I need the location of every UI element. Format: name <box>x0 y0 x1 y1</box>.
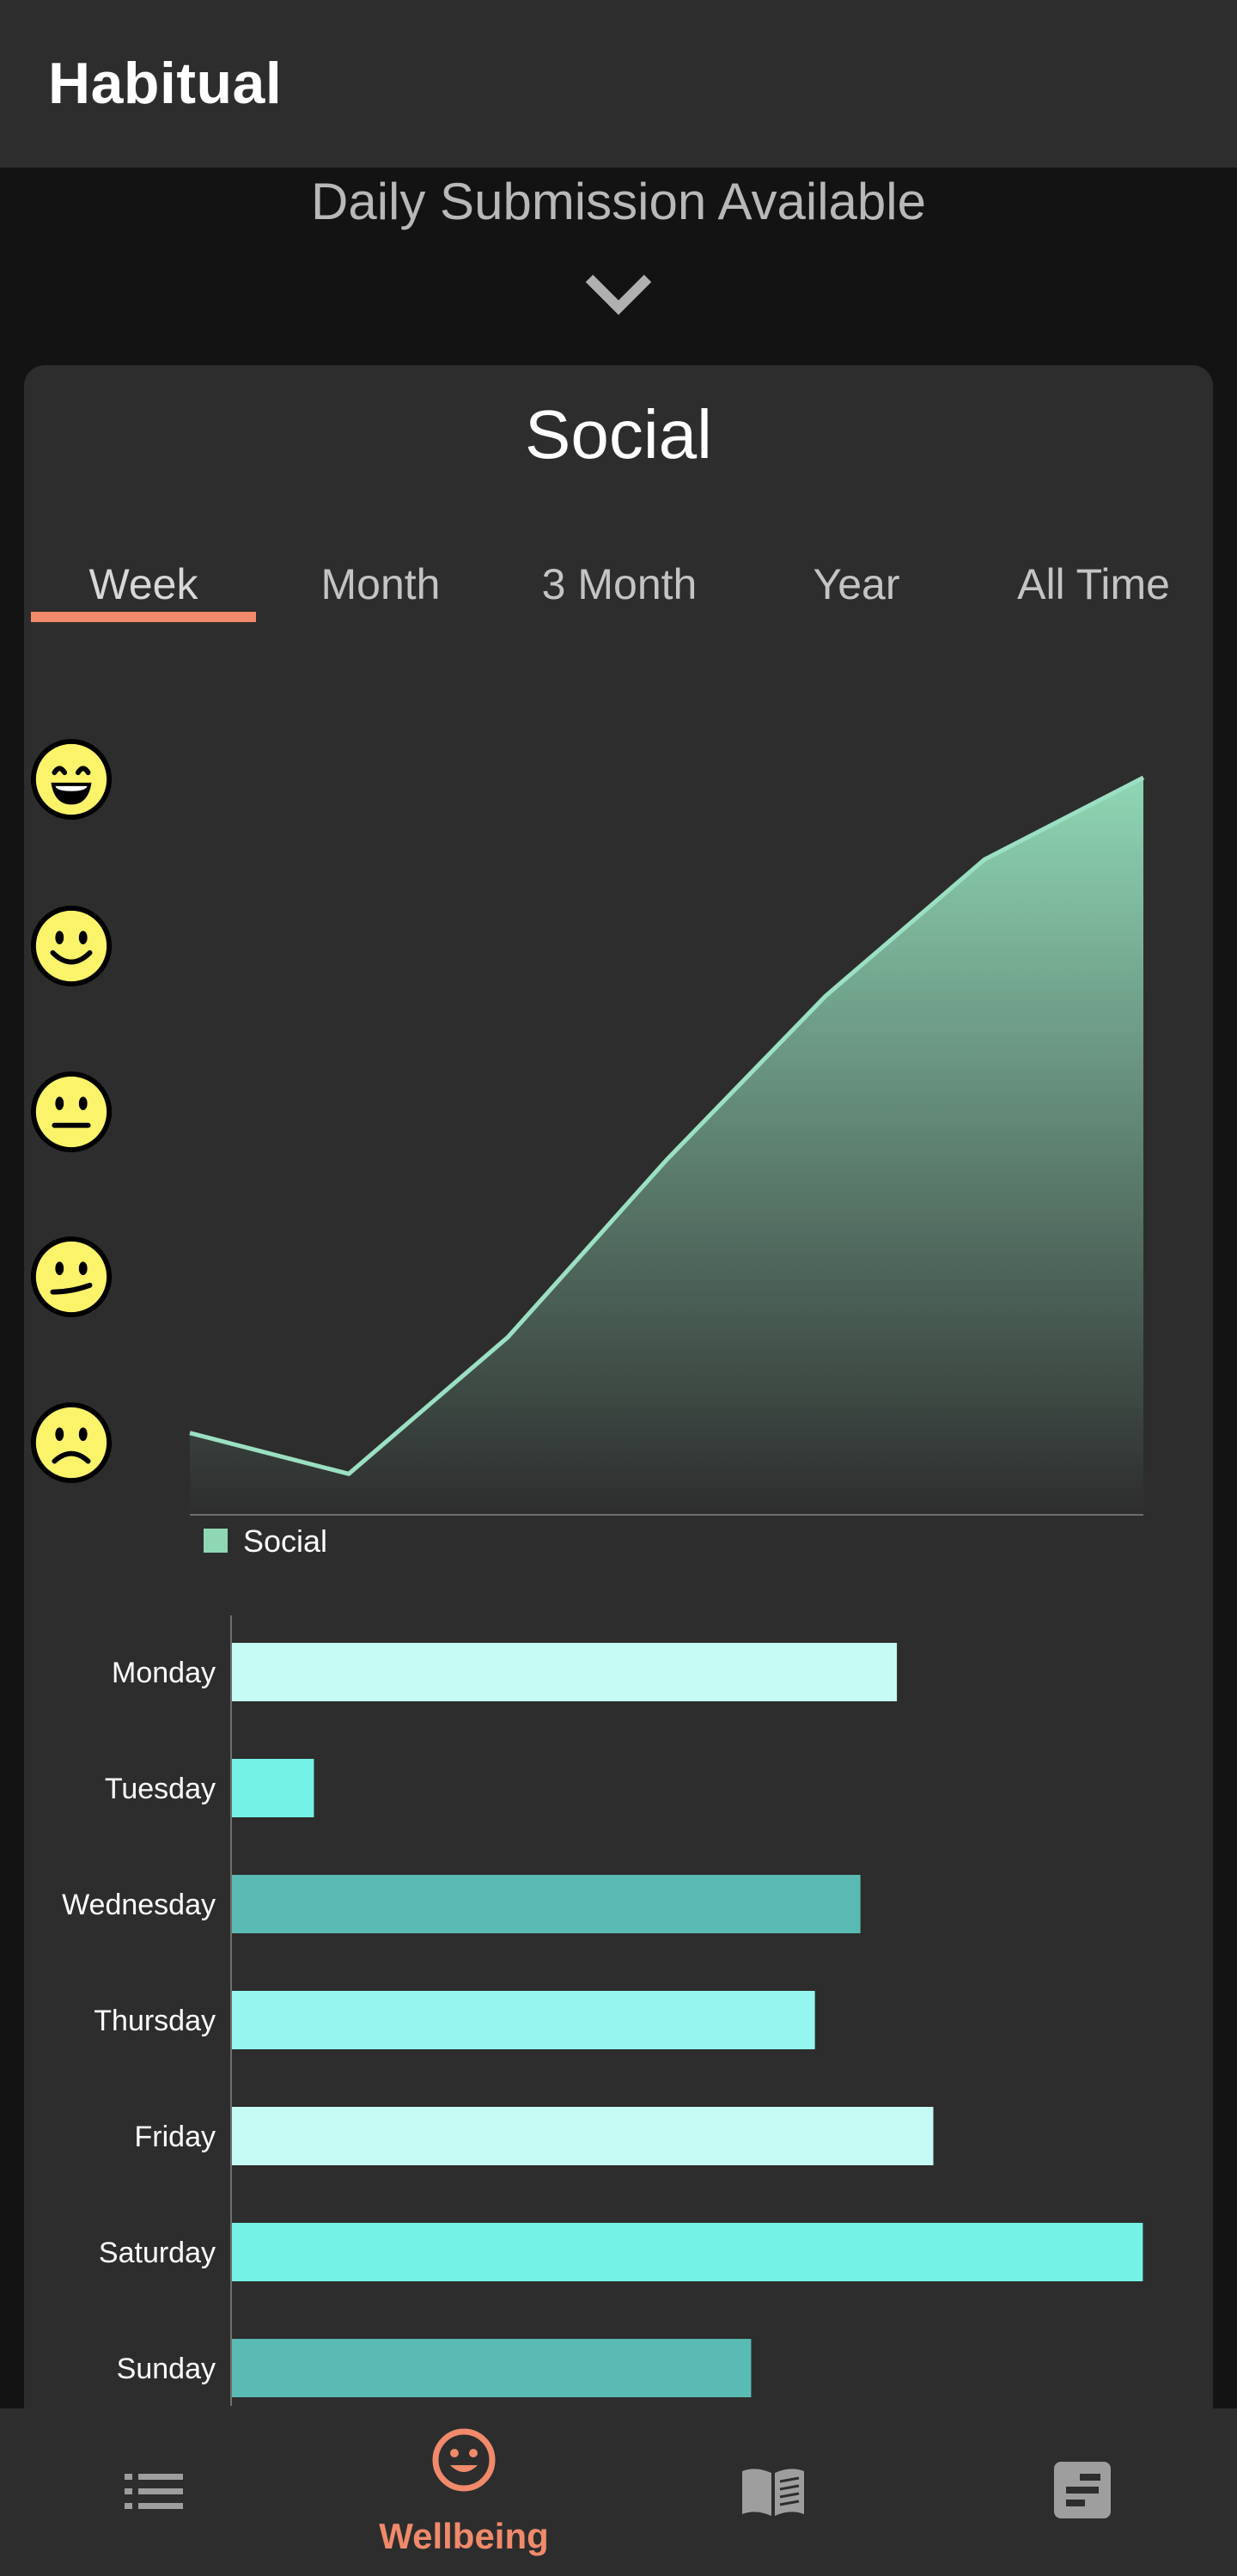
chevron-down-icon[interactable] <box>584 273 653 316</box>
daily-submission-banner[interactable]: Daily Submission Available <box>0 172 1237 231</box>
smiley-icon <box>432 2428 496 2492</box>
nav-notes[interactable] <box>928 2408 1237 2576</box>
nav-wellbeing-label: Wellbeing <box>379 2516 549 2556</box>
neutral-face-icon <box>30 1071 113 1153</box>
app-title: Habitual <box>48 51 283 116</box>
legend-swatch <box>204 1529 228 1553</box>
tab-3-month[interactable]: 3 Month <box>507 554 732 623</box>
uneasy-face-icon <box>30 1236 113 1318</box>
chart-card <box>24 365 1213 2576</box>
frowning-face-icon <box>30 1401 113 1484</box>
app-bar: Habitual <box>0 0 1237 168</box>
nav-wellbeing[interactable]: Wellbeing <box>309 2408 618 2576</box>
list-icon <box>125 2474 183 2509</box>
nav-journal[interactable] <box>618 2408 928 2576</box>
legend-label: Social <box>243 1523 328 1559</box>
tab-month[interactable]: Month <box>268 554 493 623</box>
book-icon <box>742 2469 804 2516</box>
smiling-face-icon <box>30 905 113 987</box>
tab-all-time[interactable]: All Time <box>981 554 1206 623</box>
notes-icon <box>1054 2462 1111 2518</box>
grinning-face-icon <box>30 738 113 821</box>
tab-year[interactable]: Year <box>744 554 969 623</box>
nav-list[interactable] <box>0 2408 309 2576</box>
tab-selected-indicator <box>31 612 256 622</box>
card-title: Social <box>525 396 712 473</box>
bottom-navigation: Wellbeing <box>0 2408 1237 2576</box>
